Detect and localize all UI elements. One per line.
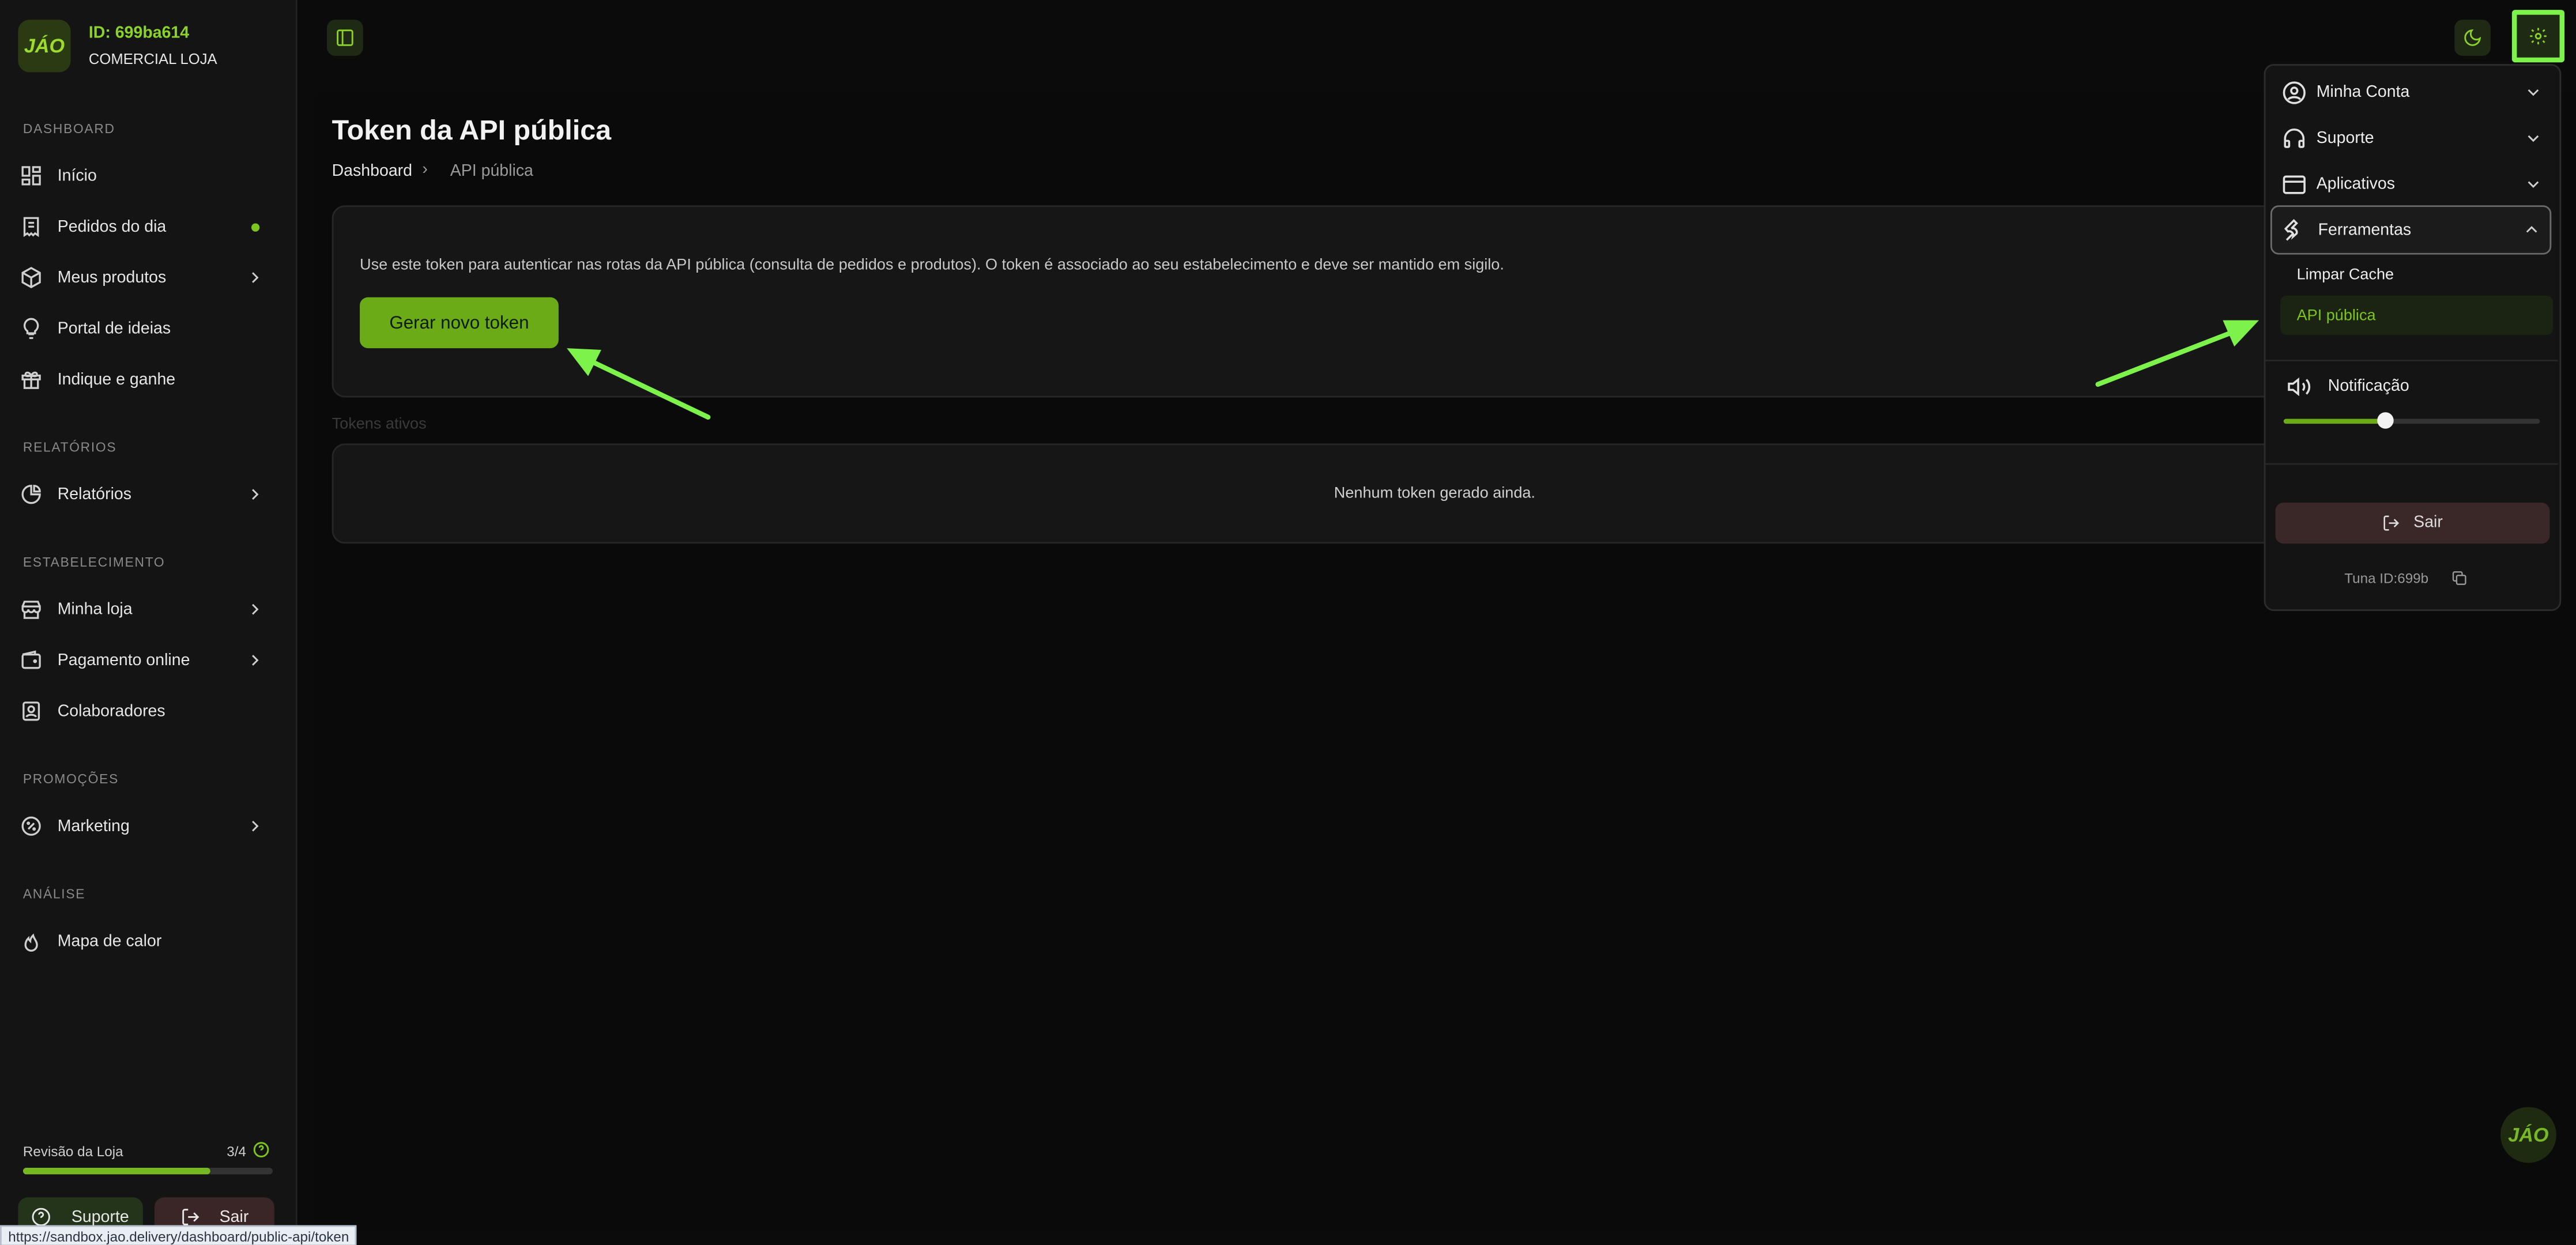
user-circle-icon <box>2282 80 2307 104</box>
arrow-to-generate-button <box>567 348 711 420</box>
headphones-icon <box>2282 126 2307 150</box>
chevron-down-icon <box>2525 84 2541 100</box>
menu-item-minha-conta[interactable]: Minha Conta <box>2270 69 2551 115</box>
chat-fab-button[interactable]: JÁO <box>2500 1107 2556 1163</box>
chevron-down-icon <box>2525 176 2541 192</box>
volume-icon <box>2287 373 2312 398</box>
log-out-icon <box>2382 514 2400 532</box>
copy-icon[interactable] <box>2451 570 2467 586</box>
notification-volume-slider[interactable] <box>2283 412 2540 429</box>
browser-status-url: https://sandbox.jao.delivery/dashboard/p… <box>0 1225 357 1245</box>
tuna-id-label: Tuna ID:699b <box>2344 569 2429 587</box>
menu-logout-button[interactable]: Sair <box>2275 502 2550 544</box>
app-window-icon <box>2282 172 2307 197</box>
menu-item-label: Ferramentas <box>2318 221 2412 239</box>
chevron-down-icon <box>2525 130 2541 146</box>
annotation-arrows <box>567 320 2259 420</box>
notification-label: Notificação <box>2328 376 2409 395</box>
menu-item-label: Aplicativos <box>2316 175 2396 193</box>
menu-item-ferramentas[interactable]: Ferramentas <box>2270 205 2552 255</box>
menu-divider <box>2265 463 2558 465</box>
slider-fill <box>2283 418 2386 424</box>
arrow-to-api-publica <box>2095 320 2259 387</box>
menu-item-label: Suporte <box>2316 129 2374 148</box>
notification-label-row: Notificação <box>2270 363 2551 409</box>
chevron-up-icon <box>2524 222 2540 238</box>
menu-logout-label: Sair <box>2413 514 2443 533</box>
menu-item-aplicativos[interactable]: Aplicativos <box>2270 161 2551 207</box>
wrench-icon <box>2284 218 2308 243</box>
menu-item-suporte[interactable]: Suporte <box>2270 115 2551 161</box>
menu-divider <box>2265 360 2558 361</box>
menu-item-label: Minha Conta <box>2316 82 2410 101</box>
submenu-api-publica[interactable]: API pública <box>2280 295 2554 335</box>
submenu-limpar-cache[interactable]: Limpar Cache <box>2280 255 2553 294</box>
